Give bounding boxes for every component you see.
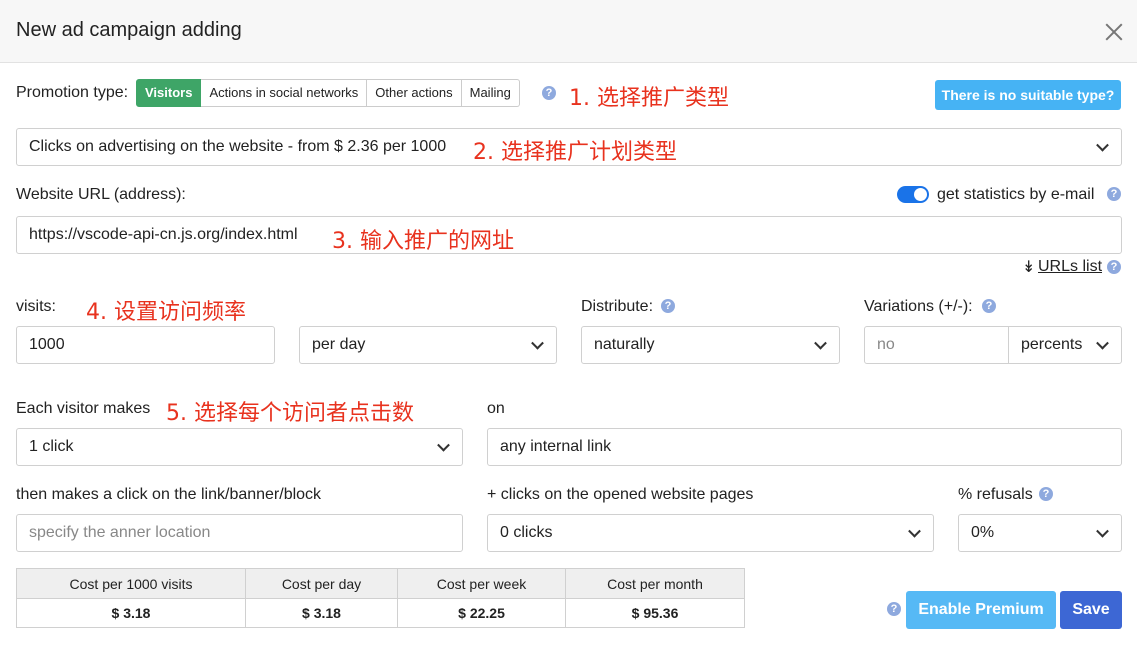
no-suitable-type-button[interactable]: There is no suitable type? [935, 80, 1121, 110]
on-label: on [487, 400, 505, 417]
chevron-down-icon [1096, 138, 1109, 152]
plus-clicks-label: + clicks on the opened website pages [487, 486, 754, 503]
each-visitor-label: Each visitor makes [16, 400, 151, 417]
visits-period-select[interactable]: per day [299, 326, 557, 364]
cost-value: $ 3.18 [245, 598, 398, 628]
cost-header: Cost per 1000 visits [16, 568, 246, 599]
visits-input[interactable]: 1000 [16, 326, 275, 364]
cost-header: Cost per week [397, 568, 566, 599]
banner-location-placeholder: specify the anner location [29, 524, 211, 541]
plan-type-value: Clicks on advertising on the website - f… [29, 138, 447, 155]
plus-clicks-select[interactable]: 0 clicks [487, 514, 934, 552]
clicks-count-select[interactable]: 1 click [16, 428, 463, 466]
close-icon[interactable] [1103, 21, 1125, 43]
urls-list-link[interactable]: URLs list [1038, 258, 1102, 276]
chevron-down-icon [1096, 336, 1109, 350]
help-icon[interactable]: ? [1107, 260, 1121, 274]
click-target-input[interactable]: any internal link [487, 428, 1122, 466]
refusals-select[interactable]: 0% [958, 514, 1122, 552]
distribute-label: Distribute: [581, 298, 654, 315]
dialog-title: New ad campaign adding [16, 19, 242, 41]
visits-label: visits: [16, 298, 56, 315]
promotion-option-other[interactable]: Other actions [367, 79, 462, 107]
website-url-label: Website URL (address): [16, 186, 186, 203]
promotion-option-visitors[interactable]: Visitors [136, 79, 202, 107]
annotation-2: 2. 选择推广计划类型 [473, 140, 677, 165]
variations-input[interactable]: no [864, 326, 1009, 364]
website-url-value: https://vscode-api-cn.js.org/index.html [29, 226, 298, 243]
help-icon[interactable]: ? [982, 299, 996, 313]
visits-value: 1000 [29, 336, 65, 353]
banner-location-input[interactable]: specify the anner location [16, 514, 463, 552]
variations-unit-select[interactable]: percents [1008, 326, 1122, 364]
cost-header: Cost per day [245, 568, 398, 599]
chevron-down-icon [908, 524, 921, 538]
chevron-down-icon [437, 438, 450, 452]
promotion-type-selector: Visitors Actions in social networks Othe… [136, 79, 520, 107]
distribute-value: naturally [594, 336, 655, 353]
stats-toggle[interactable] [897, 186, 929, 203]
variations-label: Variations (+/-): [864, 298, 973, 315]
save-button[interactable]: Save [1060, 591, 1122, 629]
enable-premium-button[interactable]: Enable Premium [906, 591, 1056, 629]
help-icon[interactable]: ? [542, 86, 556, 100]
double-chevron-down-icon: ↡ [1022, 259, 1036, 276]
variations-placeholder: no [877, 336, 895, 353]
chevron-down-icon [531, 336, 544, 350]
help-icon[interactable]: ? [661, 299, 675, 313]
cost-value: $ 95.36 [565, 598, 745, 628]
cost-table: Cost per 1000 visits Cost per day Cost p… [16, 568, 745, 628]
visits-period-value: per day [312, 336, 366, 353]
annotation-5: 5. 选择每个访问者点击数 [166, 401, 414, 426]
annotation-4: 4. 设置访问频率 [86, 300, 246, 325]
dialog-header: New ad campaign adding [0, 0, 1137, 63]
then-click-label: then makes a click on the link/banner/bl… [16, 486, 322, 503]
variations-unit-value: percents [1021, 336, 1083, 353]
clicks-count-value: 1 click [29, 438, 74, 455]
chevron-down-icon [1096, 524, 1109, 538]
distribute-select[interactable]: naturally [581, 326, 840, 364]
refusals-value: 0% [971, 524, 995, 541]
promotion-option-mailing[interactable]: Mailing [461, 79, 520, 107]
click-target-value: any internal link [500, 438, 612, 455]
promotion-type-label: Promotion type: [16, 84, 129, 101]
website-url-input[interactable]: https://vscode-api-cn.js.org/index.html [16, 216, 1122, 254]
refusals-label: % refusals [958, 486, 1033, 503]
promotion-option-social[interactable]: Actions in social networks [201, 79, 368, 107]
help-icon[interactable]: ? [1107, 187, 1121, 201]
help-icon[interactable]: ? [887, 602, 901, 616]
cost-value: $ 3.18 [16, 598, 246, 628]
plus-clicks-value: 0 clicks [500, 524, 553, 541]
annotation-3: 3. 输入推广的网址 [332, 229, 514, 254]
cost-header: Cost per month [565, 568, 745, 599]
annotation-1: 1. 选择推广类型 [569, 86, 729, 111]
stats-label: get statistics by e-mail [937, 186, 1095, 203]
help-icon[interactable]: ? [1039, 487, 1053, 501]
cost-value: $ 22.25 [397, 598, 566, 628]
chevron-down-icon [814, 336, 827, 350]
